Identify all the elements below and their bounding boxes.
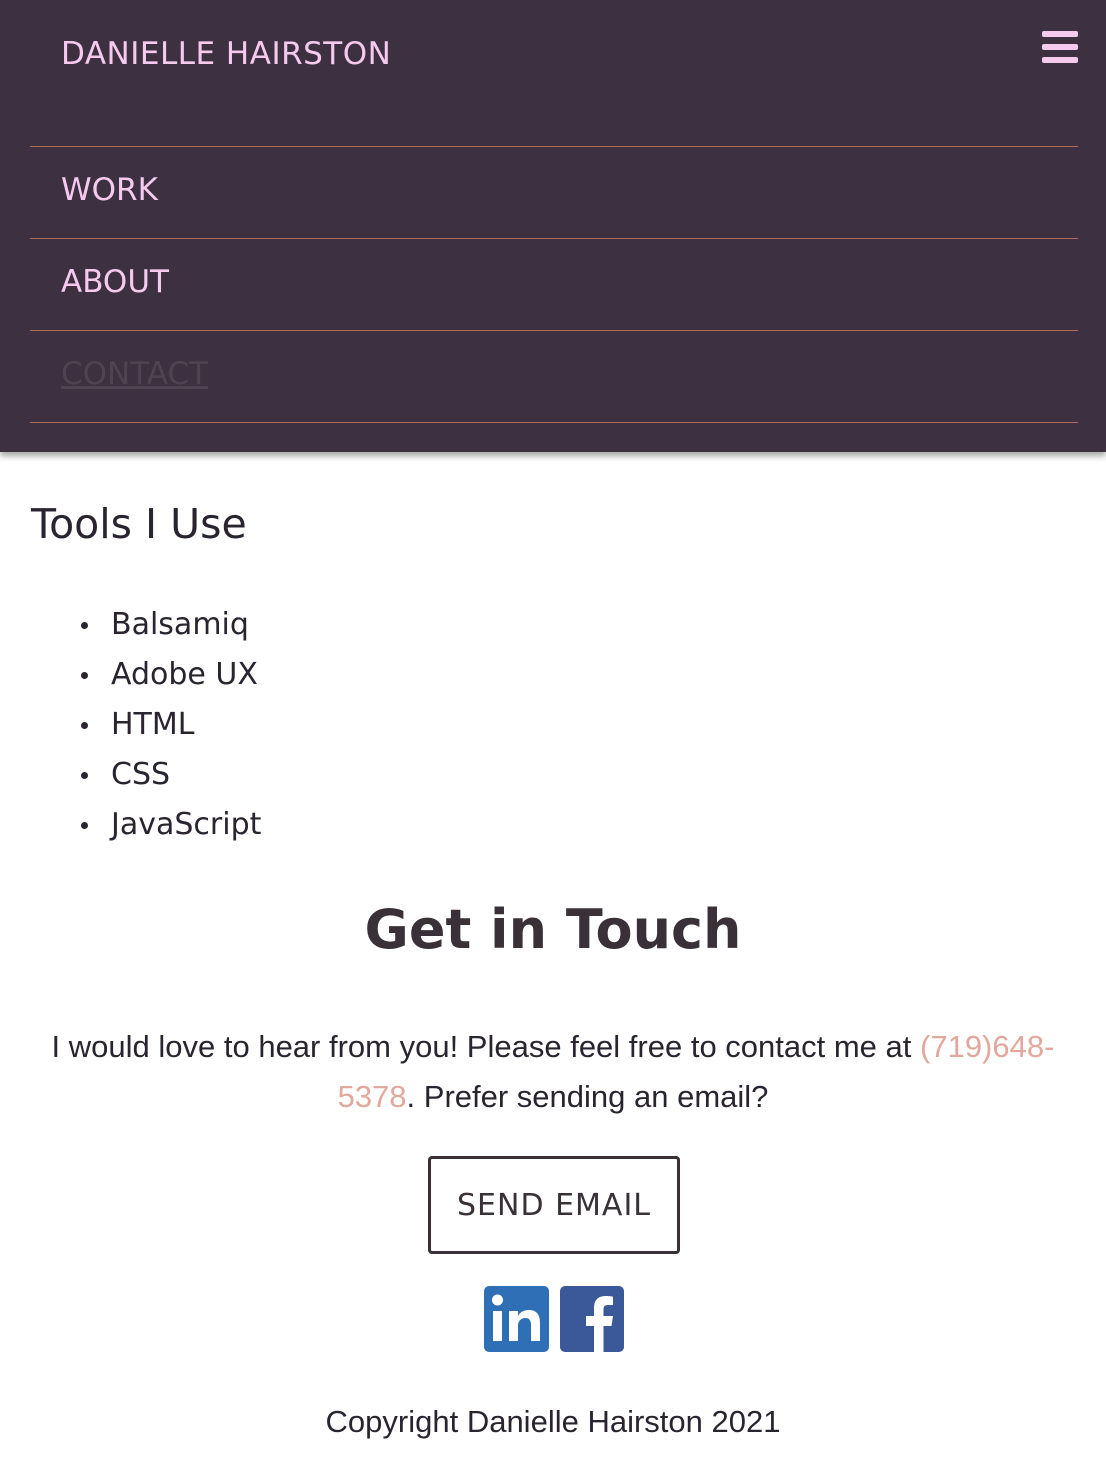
tool-item: JavaScript: [80, 800, 261, 850]
site-brand[interactable]: DANIELLE HAIRSTON: [61, 36, 391, 72]
facebook-icon[interactable]: [560, 1286, 624, 1352]
nav-item-about: ABOUT: [30, 238, 1078, 330]
linkedin-icon[interactable]: [484, 1286, 549, 1352]
site-header: DANIELLE HAIRSTON WORK ABOUT CONTACT: [0, 0, 1106, 452]
tools-heading: Tools I Use: [31, 500, 247, 548]
tools-list: Balsamiq Adobe UX HTML CSS JavaScript: [80, 600, 261, 850]
tool-item: CSS: [80, 750, 261, 800]
contact-heading: Get in Touch: [364, 898, 742, 961]
send-email-button[interactable]: SEND EMAIL: [428, 1156, 680, 1254]
contact-text-after: . Prefer sending an email?: [406, 1079, 769, 1114]
tool-item: HTML: [80, 700, 261, 750]
copyright-text: Copyright Danielle Hairston 2021: [325, 1404, 781, 1439]
tool-item: Adobe UX: [80, 650, 261, 700]
hamburger-menu-icon[interactable]: [1042, 31, 1078, 67]
nav-item-contact: CONTACT: [30, 330, 1078, 423]
contact-text-before: I would love to hear from you! Please fe…: [51, 1029, 921, 1064]
contact-paragraph: I would love to hear from you! Please fe…: [30, 1022, 1076, 1122]
nav-link-contact[interactable]: CONTACT: [61, 356, 208, 392]
nav-link-work[interactable]: WORK: [61, 172, 158, 208]
nav-link-about[interactable]: ABOUT: [61, 264, 169, 300]
nav-item-work: WORK: [30, 146, 1078, 238]
tool-item: Balsamiq: [80, 600, 261, 650]
main-nav: WORK ABOUT CONTACT: [30, 146, 1078, 423]
